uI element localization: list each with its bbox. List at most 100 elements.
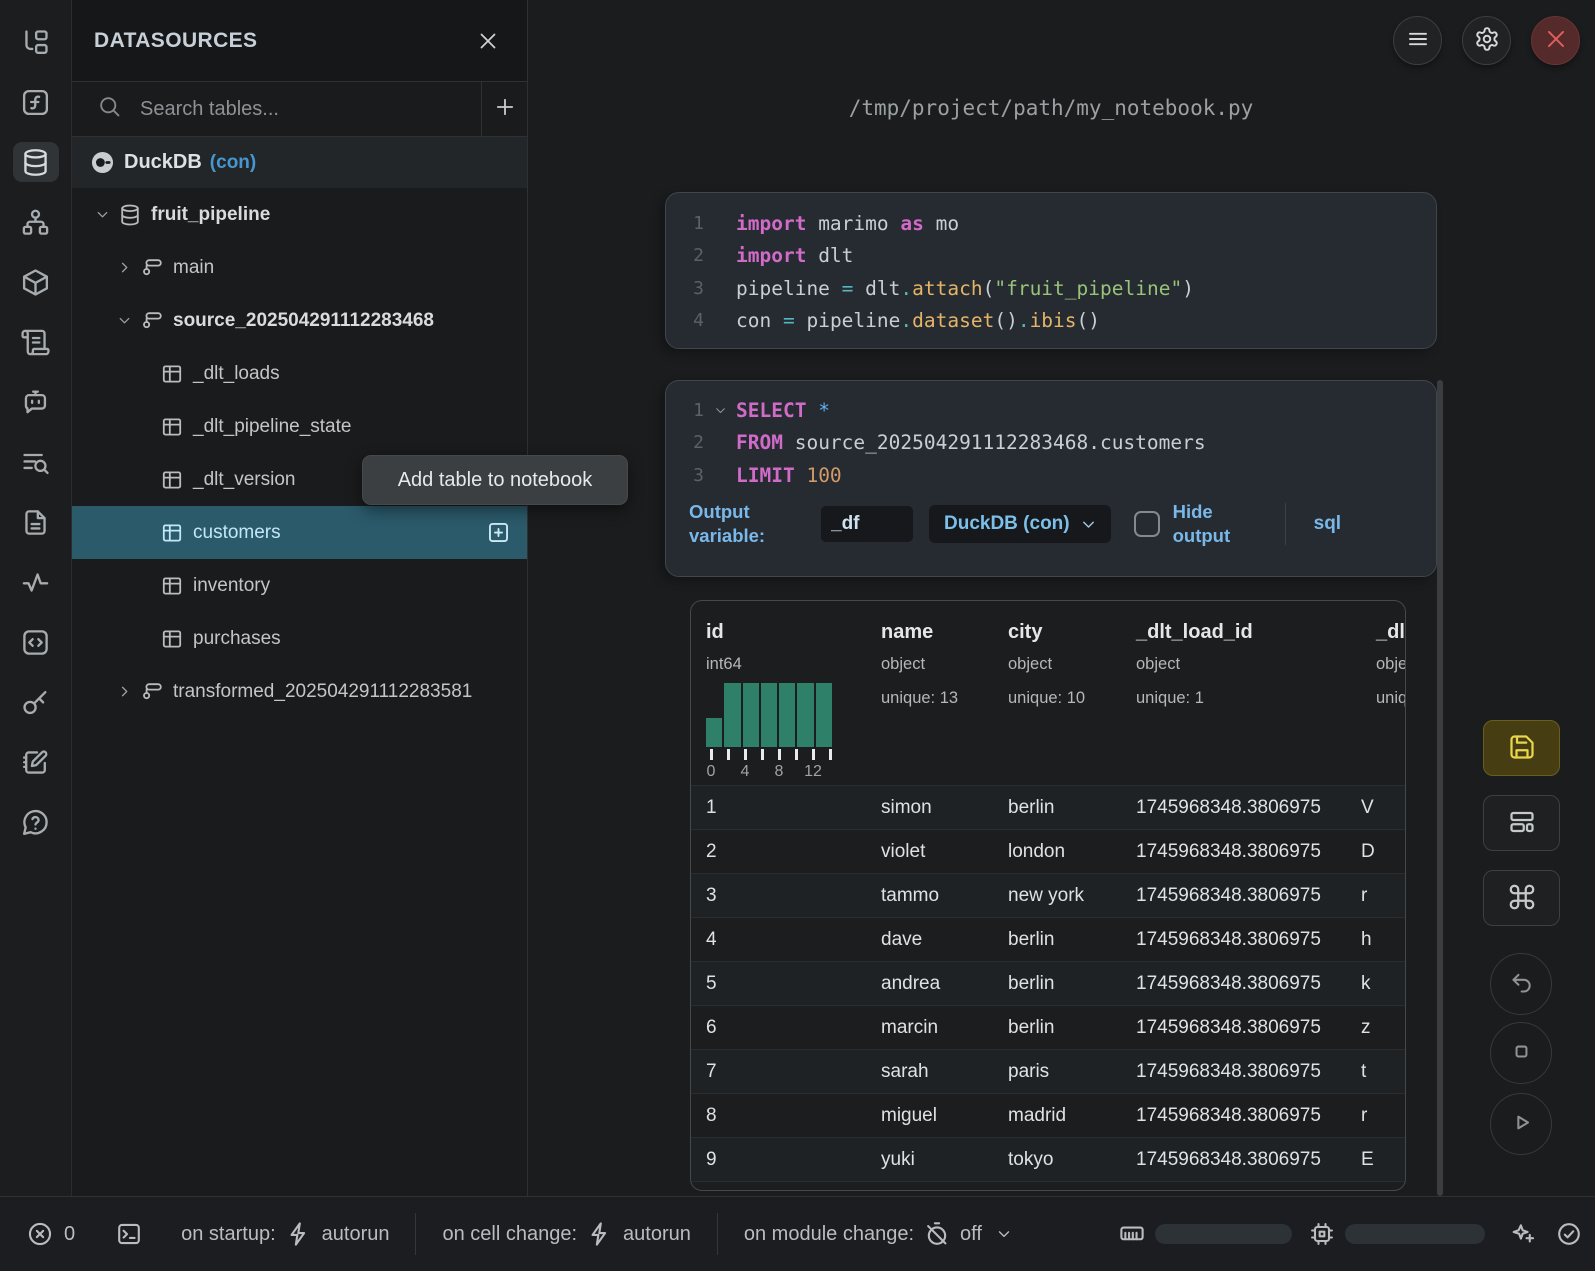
startup-config-button[interactable]: on startup: autorun xyxy=(181,1220,389,1248)
add-datasource-button[interactable] xyxy=(482,82,527,136)
activity-notebook-pen-button[interactable] xyxy=(13,742,59,782)
menu-button[interactable] xyxy=(1393,16,1442,65)
tree-item-customers[interactable]: customers xyxy=(72,506,527,559)
table-cell: berlin xyxy=(993,1017,1121,1039)
fold-chevron-icon[interactable] xyxy=(704,403,736,418)
output-variable-input[interactable] xyxy=(821,506,913,542)
code-line[interactable]: 4con = pipeline.dataset().ibis() xyxy=(666,305,1436,338)
histogram-bar xyxy=(724,683,740,747)
add-table-to-notebook-button[interactable] xyxy=(486,520,511,545)
tree-item-_dlt_pipeline_state[interactable]: _dlt_pipeline_state xyxy=(72,400,527,453)
connection-row[interactable]: DuckDB (con) xyxy=(72,137,527,188)
code-text: FROM source_202504291112283468.customers xyxy=(736,431,1206,454)
table-row[interactable]: 5andreaberlin1745968348.3806975k xyxy=(691,961,1405,1005)
code-line[interactable]: 3LIMIT 100 xyxy=(666,459,1436,492)
undo-button[interactable] xyxy=(1490,953,1552,1015)
column-name: name xyxy=(881,621,958,644)
activity-workflow-button[interactable] xyxy=(13,202,59,242)
activity-cube-button[interactable] xyxy=(13,262,59,302)
column-dtype: object xyxy=(1008,655,1085,674)
table-cell: 1745968348.3806975 xyxy=(1121,973,1346,995)
error-indicator[interactable]: 0 xyxy=(26,1220,75,1248)
hide-output-checkbox[interactable] xyxy=(1134,511,1160,537)
column-header-_dlt_id[interactable]: _dlt_idobjectunique: xyxy=(1376,621,1406,708)
connection-name: DuckDB xyxy=(124,151,202,174)
table-row[interactable]: 8miguelmadrid1745968348.3806975r xyxy=(691,1093,1405,1137)
chevron-down-icon[interactable] xyxy=(90,206,114,223)
activity-database-button[interactable] xyxy=(13,142,59,182)
tree-item-transformed_202504291112283581[interactable]: transformed_202504291112283581 xyxy=(72,665,527,718)
line-number: 1 xyxy=(666,213,704,234)
check-circle-icon[interactable] xyxy=(1555,1220,1583,1248)
column-header-_dlt_load_id[interactable]: _dlt_load_idobjectunique: 1 xyxy=(1136,621,1253,708)
code-line[interactable]: 3pipeline = dlt.attach("fruit_pipeline") xyxy=(666,272,1436,305)
close-panel-button[interactable] xyxy=(473,26,503,56)
code-text: LIMIT 100 xyxy=(736,464,842,487)
hide-output-label: Hide output xyxy=(1173,500,1261,550)
table-row[interactable]: 9yukitokyo1745968348.3806975E xyxy=(691,1137,1405,1181)
terminal-button[interactable] xyxy=(115,1220,143,1248)
table-cell: V xyxy=(1346,797,1405,819)
tree-item-source_202504291112283468[interactable]: source_202504291112283468 xyxy=(72,294,527,347)
module-change-config-button[interactable]: on module change: off xyxy=(744,1220,1013,1248)
datasources-panel: DATASOURCES DuckDB (con) fruit_pipelinem… xyxy=(72,0,528,1196)
chevron-right-icon[interactable] xyxy=(112,259,136,276)
save-button[interactable] xyxy=(1483,720,1560,776)
table-row[interactable]: 4daveberlin1745968348.3806975h xyxy=(691,917,1405,961)
memory-icon xyxy=(1118,1220,1146,1248)
tree-item-main[interactable]: main xyxy=(72,241,527,294)
tree-item-purchases[interactable]: purchases xyxy=(72,612,527,665)
activity-activity-button[interactable] xyxy=(13,562,59,602)
schema-icon xyxy=(140,256,164,280)
code-line[interactable]: 2FROM source_202504291112283468.customer… xyxy=(666,427,1436,460)
interrupt-button[interactable] xyxy=(1490,1022,1552,1084)
code-line[interactable]: 2import dlt xyxy=(666,240,1436,273)
keyboard-shortcuts-button[interactable] xyxy=(1483,870,1560,926)
tree-item-inventory[interactable]: inventory xyxy=(72,559,527,612)
zap-icon xyxy=(586,1220,614,1248)
sql-cell[interactable]: 1SELECT *2FROM source_202504291112283468… xyxy=(665,380,1437,577)
column-header-city[interactable]: cityobjectunique: 10 xyxy=(1008,621,1085,708)
activity-list-search-button[interactable] xyxy=(13,442,59,482)
table-row[interactable]: 2violetlondon1745968348.3806975D xyxy=(691,829,1405,873)
activity-file-text-button[interactable] xyxy=(13,502,59,542)
table-row[interactable]: 7sarahparis1745968348.3806975t xyxy=(691,1049,1405,1093)
code-line[interactable]: 1SELECT * xyxy=(666,394,1436,427)
activity-bot-button[interactable] xyxy=(13,382,59,422)
column-header-name[interactable]: name object unique: 13 xyxy=(881,621,958,708)
footer-divider xyxy=(1285,503,1286,545)
column-dtype: object xyxy=(881,655,958,674)
activity-help-button[interactable] xyxy=(13,802,59,842)
code-line[interactable]: 1import marimo as mo xyxy=(666,207,1436,240)
chevron-down-icon[interactable] xyxy=(112,312,136,329)
chevron-right-icon[interactable] xyxy=(112,683,136,700)
settings-button[interactable] xyxy=(1462,16,1511,65)
python-cell[interactable]: 1import marimo as mo2import dlt3pipeline… xyxy=(665,192,1437,349)
engine-select[interactable]: DuckDB (con) xyxy=(929,505,1111,543)
tree-item-_dlt_loads[interactable]: _dlt_loads xyxy=(72,347,527,400)
table-row[interactable]: 3tammonew york1745968348.3806975r xyxy=(691,873,1405,917)
notebook-scrollbar[interactable] xyxy=(1437,380,1443,1196)
column-stat: unique: 13 xyxy=(881,689,958,708)
search-tables-input[interactable] xyxy=(140,82,481,136)
table-row[interactable]: 6marcinberlin1745968348.3806975z xyxy=(691,1005,1405,1049)
shutdown-button[interactable] xyxy=(1531,16,1580,65)
run-button[interactable] xyxy=(1490,1093,1552,1155)
activity-key-button[interactable] xyxy=(13,682,59,722)
sparkles-icon[interactable] xyxy=(1509,1220,1537,1248)
activity-code-block-button[interactable] xyxy=(13,622,59,662)
layout-button[interactable] xyxy=(1483,795,1560,851)
terminal-icon xyxy=(115,1220,143,1248)
table-row[interactable]: 1simonberlin1745968348.3806975V xyxy=(691,785,1405,829)
activity-file-tree-button[interactable] xyxy=(13,22,59,62)
tree-item-fruit_pipeline[interactable]: fruit_pipeline xyxy=(72,188,527,241)
activity-function-button[interactable] xyxy=(13,82,59,122)
table-cell: yuki xyxy=(866,1149,993,1171)
module-change-label: on module change: xyxy=(744,1223,914,1246)
cell-change-config-button[interactable]: on cell change: autorun xyxy=(442,1220,690,1248)
column-header-id[interactable]: idint6404812 xyxy=(706,621,834,781)
activity-scroll-button[interactable] xyxy=(13,322,59,362)
result-table[interactable]: idint6404812 name object unique: 13 cityobje… xyxy=(690,600,1406,1191)
table-cell: 1745968348.3806975 xyxy=(1121,1061,1346,1083)
database-icon xyxy=(118,203,142,227)
